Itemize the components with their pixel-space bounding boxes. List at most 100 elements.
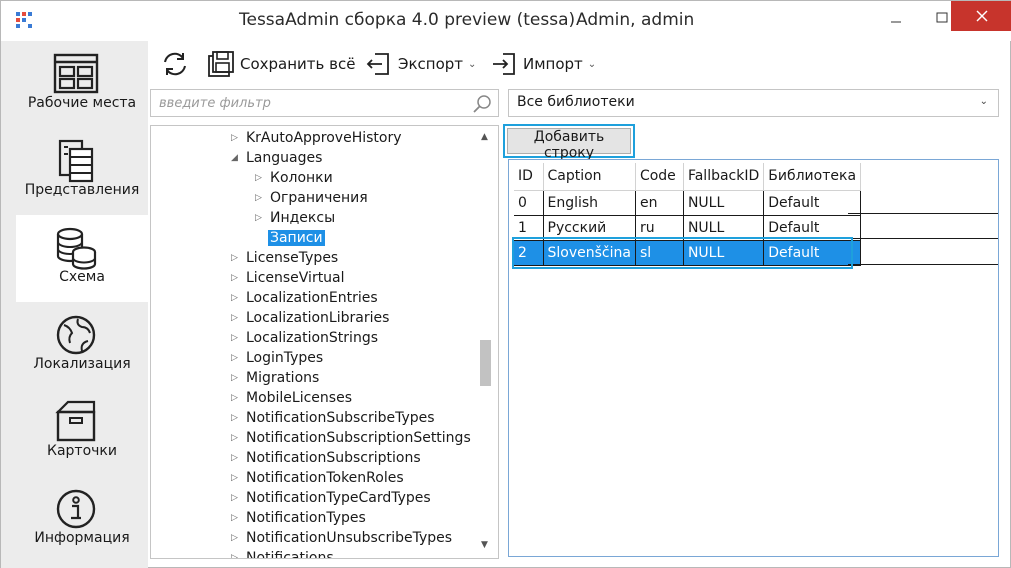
expand-arrow-icon[interactable]: ▷ (231, 128, 246, 148)
table-cell[interactable]: Русский (543, 215, 636, 241)
table-cell[interactable]: NULL (683, 190, 765, 216)
tree-item[interactable]: ▷ NotificationTypes (231, 508, 366, 528)
table-cell[interactable]: en (635, 190, 684, 216)
table-cell[interactable]: English (543, 190, 636, 216)
import-button[interactable]: Импорт ⌄ (491, 50, 596, 78)
nav-item-info[interactable]: Информация (16, 476, 148, 563)
tree-item[interactable]: ▷ KrAutoApproveHistory (231, 128, 402, 148)
expand-arrow-icon[interactable]: ▷ (231, 508, 246, 528)
nav-label: Локализация (33, 356, 131, 372)
expand-arrow-icon[interactable]: ▷ (231, 388, 246, 408)
tree-item[interactable]: ▷ LocalizationStrings (231, 328, 378, 348)
minimize-button[interactable] (873, 1, 919, 33)
nav-item-workplaces[interactable]: Рабочие места (16, 41, 148, 128)
expand-arrow-icon[interactable]: ▷ (231, 548, 246, 558)
add-row-button[interactable]: Добавить строку (507, 128, 631, 161)
column-header[interactable]: ID (514, 163, 544, 191)
column-header[interactable]: Code (635, 163, 684, 191)
collapse-arrow-icon[interactable]: ◢ (231, 148, 246, 168)
table-cell[interactable]: Default (763, 240, 862, 266)
table-cell[interactable]: Default (763, 190, 862, 216)
chevron-down-icon: ⌄ (587, 58, 597, 70)
left-navigation: Рабочие места Представления Схема Локали… (1, 41, 148, 568)
expand-arrow-icon[interactable]: ▷ (231, 368, 246, 388)
tree-item[interactable]: ▷ LoginTypes (231, 348, 323, 368)
table-cell[interactable]: NULL (683, 215, 765, 241)
expand-arrow-icon[interactable]: ▷ (231, 248, 246, 268)
search-icon[interactable] (472, 94, 492, 114)
table-cell[interactable]: sl (635, 240, 684, 266)
column-header[interactable]: FallbackID (683, 163, 765, 191)
export-button[interactable]: Экспорт ⌄ (366, 50, 476, 78)
tree-item[interactable]: ▷ LicenseTypes (231, 248, 338, 268)
app-logo-icon (16, 12, 32, 28)
close-button[interactable] (951, 1, 1011, 31)
nav-item-localization[interactable]: Локализация (16, 302, 148, 389)
tree-item[interactable]: ▷ NotificationSubscribeTypes (231, 408, 435, 428)
save-icon (208, 51, 234, 77)
tree-item[interactable]: ▷ NotificationSubscriptionSettings (231, 428, 471, 448)
tree-item[interactable]: ▷ Индексы (255, 208, 335, 228)
table-row[interactable]: 0 English en NULL Default (514, 190, 862, 216)
info-icon (56, 489, 96, 529)
expand-arrow-icon[interactable]: ▷ (255, 168, 270, 188)
tree-item[interactable]: ▷ NotificationUnsubscribeTypes (231, 528, 452, 548)
refresh-button[interactable] (160, 50, 196, 78)
tree-item[interactable]: ▷ NotificationSubscriptions (231, 448, 421, 468)
tree-item[interactable]: ▷ NotificationTypeCardTypes (231, 488, 431, 508)
nav-item-views[interactable]: Представления (16, 128, 148, 215)
refresh-icon (164, 52, 186, 76)
column-header[interactable]: Caption (543, 163, 636, 191)
expand-arrow-icon[interactable]: ▷ (231, 348, 246, 368)
views-icon (58, 139, 94, 183)
nav-item-cards[interactable]: Карточки (16, 389, 148, 476)
add-row-highlight: Добавить строку (503, 124, 635, 161)
expand-arrow-icon[interactable]: ▷ (231, 308, 246, 328)
table-cell[interactable]: Slovenščina (543, 240, 636, 266)
tree-item-records-selected[interactable]: Записи (268, 228, 325, 248)
import-label: Импорт (523, 55, 583, 73)
filter-input[interactable] (151, 90, 461, 116)
tree-item[interactable]: ▷ Колонки (255, 168, 333, 188)
expand-arrow-icon[interactable]: ▷ (231, 428, 246, 448)
expand-arrow-icon[interactable]: ▷ (231, 288, 246, 308)
library-select[interactable]: Все библиотеки ⌄ (508, 89, 999, 117)
tree-item[interactable]: ▷ Migrations (231, 368, 319, 388)
tree-item[interactable]: ◢ Languages (231, 148, 322, 168)
table-cell[interactable]: 2 (514, 240, 544, 266)
table-cell[interactable]: Default (763, 215, 862, 241)
tree-item[interactable]: ▷ Ограничения (255, 188, 368, 208)
save-all-button[interactable]: Сохранить всё (206, 50, 355, 78)
table-row-selected[interactable]: 2 Slovenščina sl NULL Default (514, 239, 862, 266)
scroll-up-icon[interactable]: ▲ (481, 132, 488, 142)
expand-arrow-icon[interactable]: ▷ (231, 488, 246, 508)
tree-item[interactable]: ▷ NotificationTokenRoles (231, 468, 404, 488)
nav-label: Схема (59, 269, 105, 285)
tree-item[interactable]: ▷ MobileLicenses (231, 388, 352, 408)
expand-arrow-icon[interactable]: ▷ (231, 408, 246, 428)
expand-arrow-icon[interactable]: ▷ (255, 188, 270, 208)
nav-label: Представления (24, 182, 140, 198)
nav-item-schema[interactable]: Схема (16, 215, 148, 302)
tree-item[interactable]: ▷ LocalizationLibraries (231, 308, 389, 328)
tree-scrollbar[interactable]: ▲ ▼ (476, 126, 498, 558)
tree-item[interactable]: ▷ Notifications (231, 548, 334, 558)
scroll-down-icon[interactable]: ▼ (481, 540, 488, 550)
workplaces-icon (53, 53, 99, 94)
expand-arrow-icon[interactable]: ▷ (231, 528, 246, 548)
table-cell[interactable]: ru (635, 215, 684, 241)
toolbar: Сохранить всё Экспорт ⌄ Импорт ⌄ (148, 41, 1011, 87)
tree-item[interactable]: ▷ LicenseVirtual (231, 268, 345, 288)
expand-arrow-icon[interactable]: ▷ (231, 468, 246, 488)
table-cell-current[interactable]: NULL (682, 239, 765, 266)
expand-arrow-icon[interactable]: ▷ (231, 268, 246, 288)
expand-arrow-icon[interactable]: ▷ (255, 208, 270, 228)
scrollbar-thumb[interactable] (480, 340, 491, 386)
table-row[interactable]: 1 Русский ru NULL Default (514, 215, 862, 241)
column-header[interactable]: Библиотека (763, 163, 862, 191)
expand-arrow-icon[interactable]: ▷ (231, 328, 246, 348)
table-cell[interactable]: 0 (514, 190, 544, 216)
tree-item[interactable]: ▷ LocalizationEntries (231, 288, 378, 308)
expand-arrow-icon[interactable]: ▷ (231, 448, 246, 468)
table-cell[interactable]: 1 (514, 215, 544, 241)
